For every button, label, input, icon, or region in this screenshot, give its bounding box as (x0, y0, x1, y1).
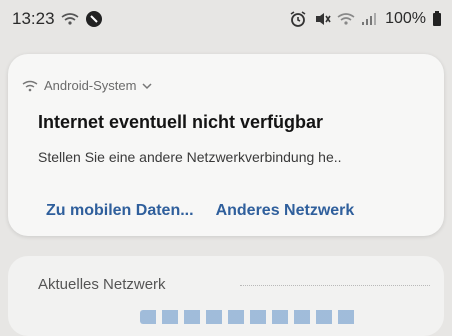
mobile-data-button[interactable]: Zu mobilen Daten... (46, 202, 194, 220)
notification-actions: Zu mobilen Daten... Anderes Netzwerk (46, 202, 354, 220)
battery-icon (432, 11, 442, 27)
current-network-card: Aktuelles Netzwerk (8, 256, 444, 336)
status-bar: 13:23 100% (0, 0, 452, 38)
notification-title: Internet eventuell nicht verfügbar (38, 112, 324, 132)
wifi-icon (337, 12, 355, 26)
alarm-icon (289, 11, 307, 27)
current-network-label: Aktuelles Netzwerk (38, 276, 166, 293)
notification-card[interactable]: Android-System Internet eventuell nicht … (8, 54, 444, 236)
network-name-cutoff[interactable] (140, 310, 360, 324)
mute-icon (313, 11, 331, 27)
notification-header[interactable]: Android-System (22, 78, 153, 93)
status-right: 100% (289, 10, 442, 28)
status-time: 13:23 (12, 9, 55, 28)
section-divider (240, 285, 430, 286)
status-left: 13:23 (12, 9, 103, 29)
notification-body: Stellen Sie eine andere Netzwerkverbindu… (38, 149, 342, 165)
app-icon (85, 10, 103, 28)
wifi-warning-icon (22, 80, 38, 92)
battery-percent: 100% (385, 10, 426, 27)
signal-icon (361, 12, 377, 26)
chevron-down-icon[interactable] (142, 82, 153, 90)
other-network-button[interactable]: Anderes Netzwerk (216, 202, 355, 220)
notification-app-name: Android-System (44, 78, 137, 93)
wifi-icon (61, 12, 79, 26)
